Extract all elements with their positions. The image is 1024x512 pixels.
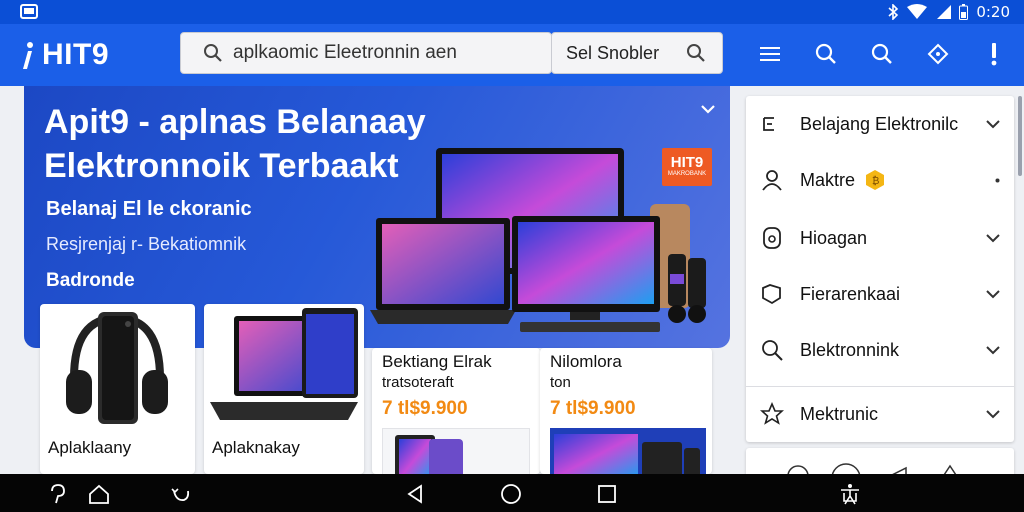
accessibility-icon[interactable] — [838, 482, 862, 506]
product-thumbnail[interactable] — [382, 428, 530, 474]
back-icon[interactable] — [404, 483, 426, 505]
signal-icon — [937, 5, 952, 19]
system-nav-bar — [0, 474, 1024, 512]
search-button-label: Sel Snobler — [566, 42, 660, 63]
hero-cta[interactable]: Badronde — [46, 270, 135, 292]
menu-item-blektronnink[interactable]: Blektronnink — [746, 322, 1014, 378]
headphones-image — [66, 312, 168, 424]
chevron-down-icon — [986, 119, 1000, 128]
product-card[interactable]: Bektiang Elrak tratsoteraft 7 tl$9.900 — [372, 348, 540, 474]
devices-image — [370, 148, 706, 332]
home-circle-icon[interactable] — [500, 483, 522, 505]
menu-item-maktre[interactable]: Maktre ₿ — [746, 152, 1014, 208]
search-input[interactable]: aplkaomic Eleetronnin aen — [180, 32, 552, 74]
recents-icon[interactable] — [596, 483, 618, 505]
assist-icon[interactable] — [46, 483, 68, 505]
info-icon — [23, 42, 33, 69]
laptop-image — [210, 308, 358, 420]
svg-text:₿: ₿ — [872, 175, 879, 187]
battery-icon — [959, 4, 969, 20]
gallery-icon — [20, 4, 38, 19]
product-name: Nilomlora — [550, 352, 622, 371]
status-time: 0:20 — [976, 3, 1010, 21]
search-icon — [687, 44, 705, 62]
chevron-down-icon[interactable] — [700, 104, 716, 114]
product-name: Aplaknakay — [212, 438, 300, 457]
shield-icon — [762, 284, 781, 305]
menu-item-label: Blektronnink — [800, 339, 900, 360]
menu-item-hioagan[interactable]: Hioagan — [746, 210, 1014, 266]
search-icon — [204, 44, 222, 62]
search-text: aplkaomic Eleetronnin aen — [233, 42, 457, 63]
menu-icon[interactable] — [758, 42, 782, 66]
list-icon — [763, 117, 774, 131]
bluetooth-icon — [888, 4, 899, 20]
menu-item-label: Maktre — [800, 169, 856, 190]
hero-caption: Resjrenjaj r- Bekatiomnik — [46, 234, 247, 254]
wifi-icon — [907, 4, 928, 19]
search-icon[interactable] — [814, 42, 838, 66]
product-price: 7 tl$9.900 — [382, 398, 468, 419]
menu-item-label: Hioagan — [800, 227, 868, 248]
ring-icon — [763, 227, 781, 249]
scrollbar[interactable] — [1018, 96, 1022, 176]
alert-icon[interactable] — [982, 42, 1006, 66]
brand[interactable]: HIT9 — [18, 38, 109, 72]
product-card[interactable]: Aplaknakay — [204, 304, 364, 474]
dot-icon — [995, 178, 1000, 182]
coin-badge-icon: ₿ — [866, 170, 884, 190]
search-icon[interactable] — [870, 42, 894, 66]
hero-subtitle: Belanaj El le ckoranic — [46, 198, 252, 220]
menu-item-label: Fierarenkaai — [800, 283, 901, 304]
status-bar: 0:20 — [0, 0, 1024, 24]
chevron-down-icon — [986, 345, 1000, 354]
menu-item-fierarenkaai[interactable]: Fierarenkaai — [746, 266, 1014, 322]
chevron-down-icon — [986, 409, 1000, 418]
search-icon — [762, 340, 783, 361]
brand-name: HIT9 — [42, 38, 110, 71]
search-button[interactable]: Sel Snobler — [551, 32, 723, 74]
product-subtitle: tratsoteraft — [382, 374, 454, 391]
home-icon[interactable] — [88, 483, 110, 505]
product-thumbnail[interactable] — [550, 428, 706, 474]
menu-item-label: Belajang Elektronilc — [800, 113, 959, 134]
app-bar: HIT9 aplkaomic Eleetronnin aen Sel Snobl… — [0, 24, 1024, 86]
menu-item-label: Mektrunic — [800, 403, 879, 424]
share-icon[interactable] — [926, 42, 950, 66]
menu-item-belajang[interactable]: Belajang Elektronilc — [746, 96, 1014, 152]
product-card[interactable]: Aplaklaany — [40, 304, 195, 474]
chevron-down-icon — [986, 233, 1000, 242]
product-name: Bektiang Elrak — [382, 352, 492, 371]
category-menu: Belajang Elektronilc Maktre ₿ Hioagan Fi… — [746, 96, 1014, 442]
product-price: 7 tl$9.900 — [550, 398, 636, 419]
product-card[interactable]: Nilomlora ton 7 tl$9.900 — [540, 348, 712, 474]
product-subtitle: ton — [550, 374, 571, 391]
refresh-icon[interactable] — [170, 483, 192, 505]
chevron-down-icon — [986, 289, 1000, 298]
star-icon — [760, 402, 784, 425]
menu-item-mektrunic[interactable]: Mektrunic — [746, 386, 1014, 442]
person-icon — [762, 170, 782, 191]
product-name: Aplaklaany — [48, 438, 132, 457]
